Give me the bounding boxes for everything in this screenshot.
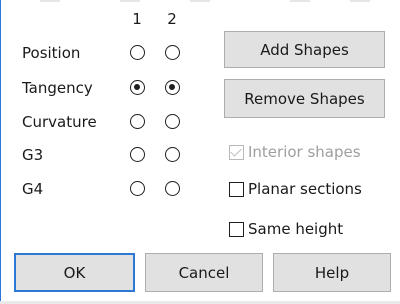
row-label-position: Position	[22, 44, 81, 62]
same-height-checkbox[interactable]	[229, 221, 244, 237]
column-header-2: 2	[167, 10, 177, 28]
add-shapes-button[interactable]: Add Shapes	[224, 31, 385, 68]
interior-shapes-label: Interior shapes	[248, 143, 361, 161]
interior-shapes-checkbox[interactable]	[229, 144, 244, 160]
radio-curvature-1[interactable]	[130, 114, 145, 129]
interior-shapes-option: Interior shapes	[229, 143, 361, 161]
remove-shapes-button[interactable]: Remove Shapes	[224, 79, 385, 118]
continuity-dialog: 1 2 Position Tangency Curvature G3 G4 Ad…	[0, 0, 400, 304]
cancel-button[interactable]: Cancel	[145, 253, 263, 292]
dialog-top-edge	[0, 0, 400, 6]
radio-g3-2[interactable]	[165, 147, 180, 162]
radio-g4-2[interactable]	[165, 181, 180, 196]
help-button[interactable]: Help	[273, 253, 391, 292]
planar-sections-checkbox[interactable]	[229, 181, 244, 197]
same-height-option: Same height	[229, 220, 343, 238]
radio-tangency-2[interactable]	[165, 80, 180, 95]
row-label-g4: G4	[22, 180, 44, 198]
radio-tangency-1[interactable]	[130, 80, 145, 95]
planar-sections-option: Planar sections	[229, 180, 362, 198]
row-label-curvature: Curvature	[22, 113, 97, 131]
ok-button[interactable]: OK	[14, 253, 135, 292]
row-label-tangency: Tangency	[22, 79, 93, 97]
window-left-border	[0, 0, 1, 304]
radio-position-2[interactable]	[165, 45, 180, 60]
radio-g4-1[interactable]	[130, 181, 145, 196]
radio-position-1[interactable]	[130, 45, 145, 60]
radio-g3-1[interactable]	[130, 147, 145, 162]
row-label-g3: G3	[22, 146, 44, 164]
column-header-1: 1	[132, 10, 142, 28]
same-height-label: Same height	[248, 220, 344, 238]
planar-sections-label: Planar sections	[248, 180, 362, 198]
radio-curvature-2[interactable]	[165, 114, 180, 129]
